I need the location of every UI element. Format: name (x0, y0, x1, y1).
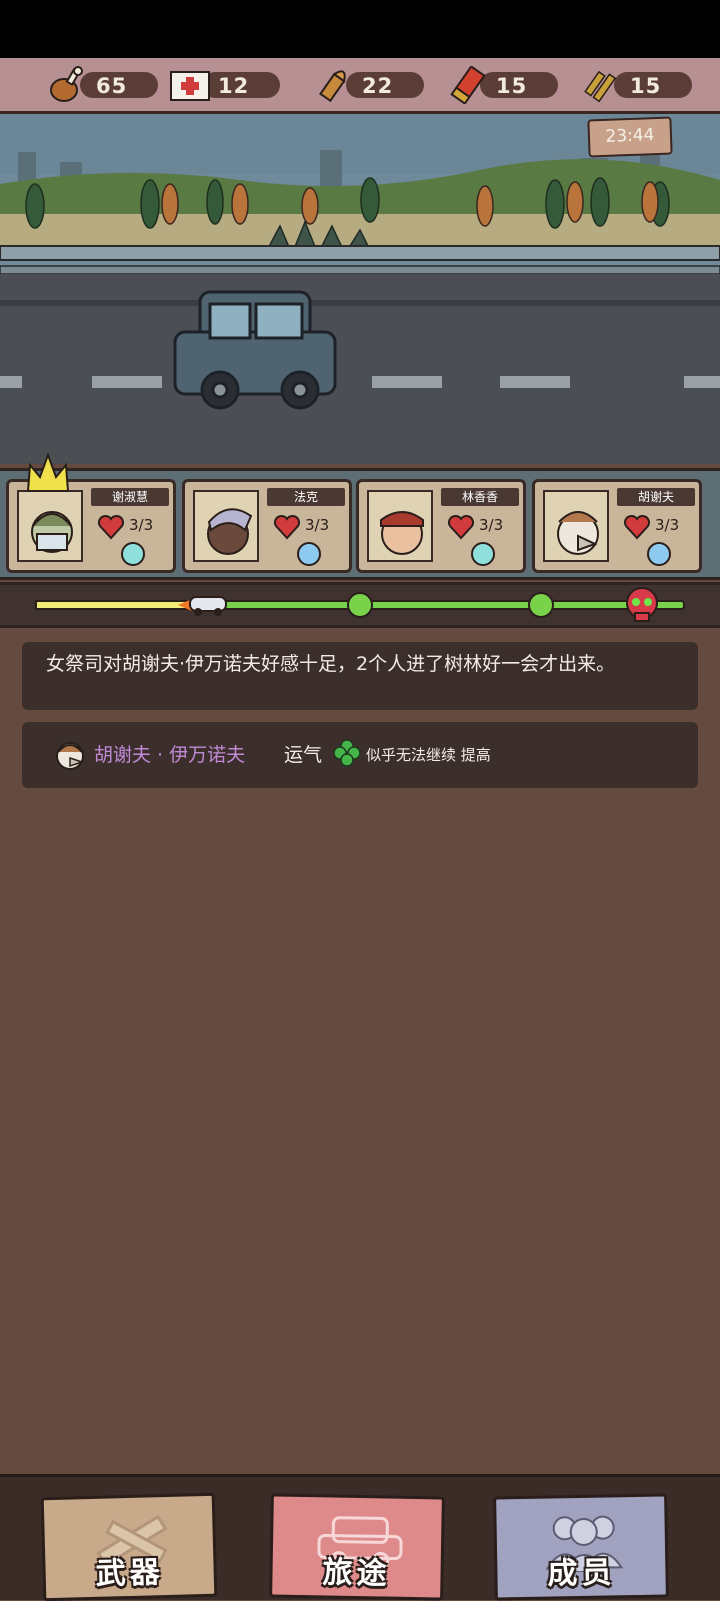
heart-icon (273, 514, 301, 540)
event-message: 女祭司对胡谢夫·伊万诺夫好感十足，2个人进了树林好一会才出来。 (22, 642, 698, 710)
stat-note: 似乎无法继续 提高 (366, 746, 491, 764)
crew-hp: 3/3 (305, 516, 330, 534)
heart-icon (97, 514, 125, 540)
crew-card[interactable]: 林香香 3/3 (356, 479, 526, 573)
crew-name: 谢淑慧 (91, 488, 169, 506)
heart-icon (447, 514, 475, 540)
neutral-face-icon (121, 542, 145, 566)
resource-bar: 65 12 22 15 15 (0, 58, 720, 114)
sad-face-icon (647, 542, 671, 566)
drumstick-icon (50, 66, 83, 102)
checkpoint-marker (347, 592, 373, 618)
journey-label: 旅途 (322, 1555, 391, 1592)
crown-icon (26, 452, 70, 492)
stat-name: 运气 (284, 744, 323, 766)
crew-card[interactable]: 胡谢夫 3/3 (532, 479, 702, 573)
rifle-ammo-icon (584, 70, 617, 103)
sad-face-icon (297, 542, 321, 566)
crew-hp: 3/3 (479, 516, 504, 534)
crew-card[interactable]: 法克 3/3 (182, 479, 352, 573)
crew-panel: 谢淑慧 3/3 法克 3/3 林香香 3/3 胡谢夫 3/3 (0, 452, 720, 580)
neutral-face-icon (471, 542, 495, 566)
weapons-label: 武器 (95, 1555, 165, 1592)
crew-portrait (193, 490, 259, 562)
bullet-icon (319, 70, 346, 103)
crew-name: 法克 (267, 488, 345, 506)
shotgun-shell-icon (450, 66, 486, 104)
crew-portrait (367, 490, 433, 562)
crew-portrait (543, 490, 609, 562)
driving-scene (0, 114, 720, 464)
crew-hp: 3/3 (129, 516, 154, 534)
journey-button[interactable]: 旅途 (269, 1493, 445, 1601)
status-bar (0, 0, 720, 58)
crew-name: 林香香 (441, 488, 519, 506)
heart-icon (623, 514, 651, 540)
crew-avatar-icon (56, 742, 85, 770)
members-button[interactable]: 成员 (493, 1493, 669, 1601)
journey-progress (0, 582, 720, 628)
clover-icon (333, 739, 361, 767)
bullet-count: 22 (362, 74, 394, 98)
checkpoint-marker (528, 592, 554, 618)
road-scene-illustration (0, 114, 720, 464)
crew-hp: 3/3 (655, 516, 680, 534)
car-marker-icon (178, 596, 227, 616)
crew-portrait (17, 490, 83, 562)
food-count: 65 (96, 74, 128, 98)
crew-full-name: 胡谢夫 · 伊万诺夫 (94, 744, 246, 766)
event-stat-message: 胡谢夫 · 伊万诺夫 运气 似乎无法继续 提高 (22, 722, 698, 788)
medkit-icon (170, 71, 210, 101)
journey-progress-track (35, 587, 685, 622)
members-label: 成员 (547, 1555, 616, 1592)
skull-icon (626, 587, 658, 622)
rifle-ammo-count: 15 (630, 74, 662, 98)
shell-count: 15 (496, 74, 528, 98)
crew-name: 胡谢夫 (617, 488, 695, 506)
weapons-button[interactable]: 武器 (40, 1492, 218, 1601)
car (173, 290, 337, 410)
bottom-nav: 武器 旅途 成员 (0, 1474, 720, 1601)
medkit-count: 12 (218, 74, 250, 98)
game-clock: 23:44 (587, 116, 673, 158)
